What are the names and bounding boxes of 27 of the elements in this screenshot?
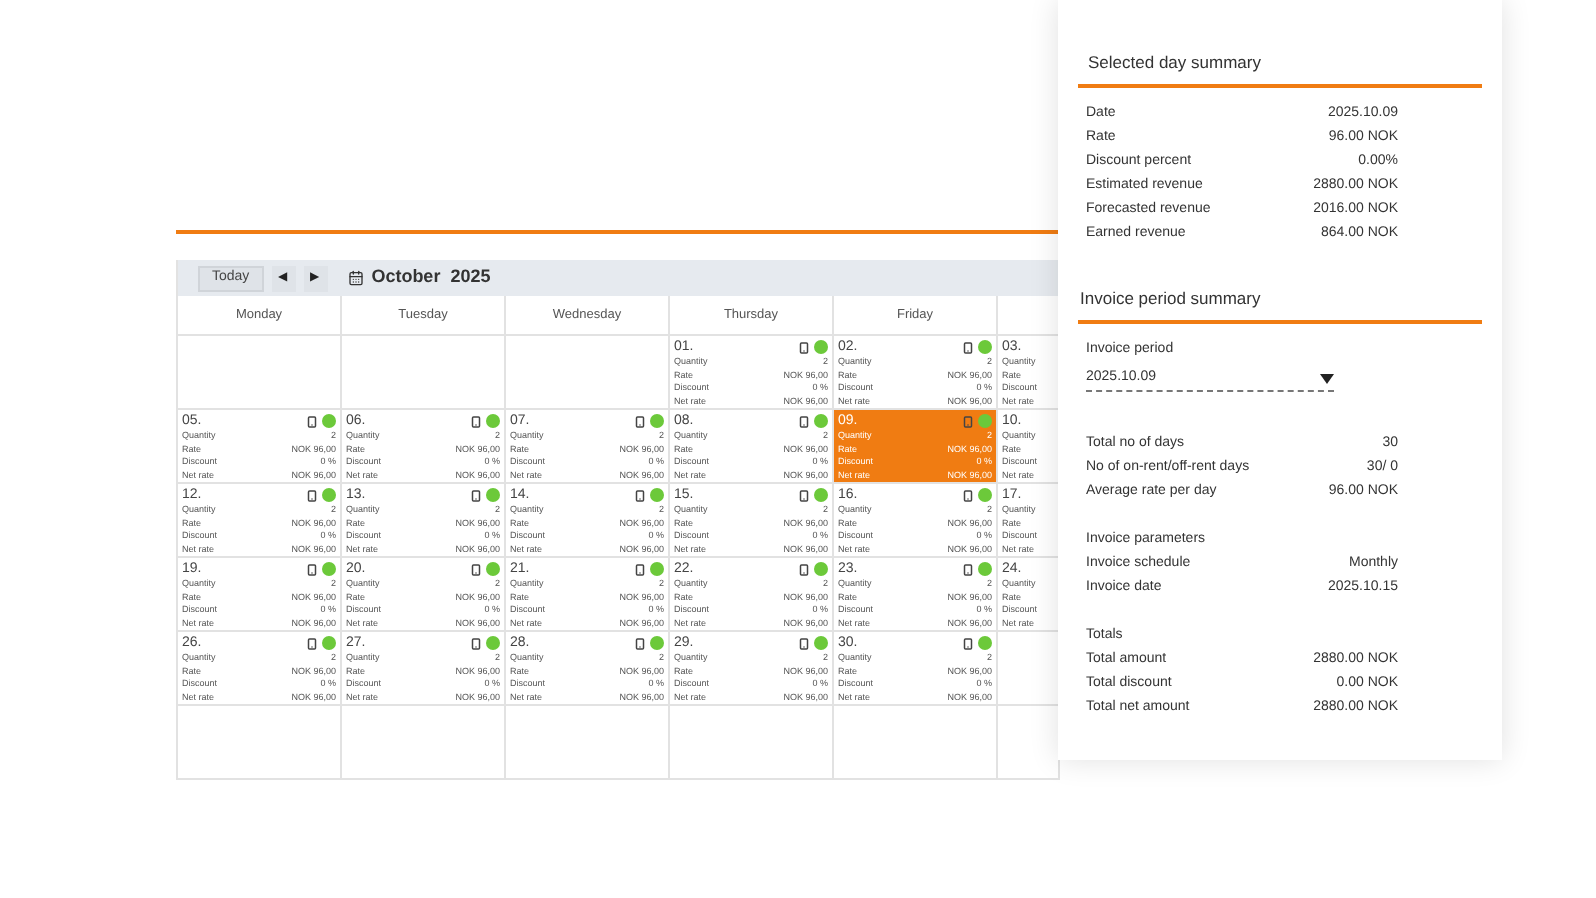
- section-title: Selected day summary: [1086, 50, 1263, 76]
- phone-icon: [798, 341, 810, 353]
- phone-icon: [962, 637, 974, 649]
- phone-icon: [962, 563, 974, 575]
- phone-icon: [634, 415, 646, 427]
- phone-icon: [470, 415, 482, 427]
- phone-icon: [470, 637, 482, 649]
- caret-icon: [1320, 374, 1334, 384]
- phone-icon: [470, 489, 482, 501]
- phone-icon: [306, 637, 318, 649]
- phone-icon: [634, 637, 646, 649]
- phone-icon: [306, 415, 318, 427]
- phone-icon: [798, 637, 810, 649]
- phone-icon: [798, 563, 810, 575]
- phone-icon: [306, 489, 318, 501]
- phone-icon: [798, 489, 810, 501]
- section-title: Invoice period summary: [1078, 285, 1263, 311]
- phone-icon: [306, 563, 318, 575]
- phone-icon: [962, 415, 974, 427]
- month-title: October 2025: [371, 264, 491, 291]
- phone-icon: [962, 341, 974, 353]
- phone-icon: [470, 563, 482, 575]
- phone-icon: [634, 563, 646, 575]
- phone-icon: [798, 415, 810, 427]
- calendar-icon: [347, 270, 364, 286]
- phone-icon: [634, 489, 646, 501]
- phone-icon: [962, 489, 974, 501]
